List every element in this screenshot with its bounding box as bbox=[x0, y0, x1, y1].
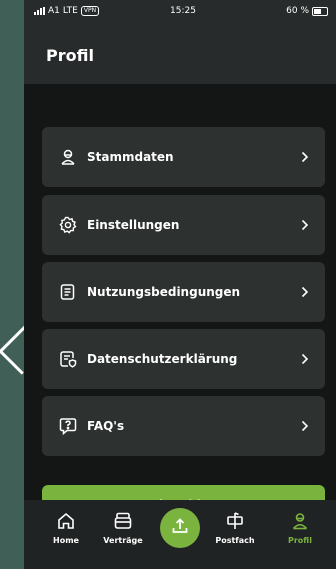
tab-label: Postfach bbox=[215, 536, 255, 545]
tab-label: Profil bbox=[288, 536, 312, 545]
carrier-label: A1 bbox=[48, 6, 60, 16]
chevron-right-icon bbox=[299, 420, 311, 432]
menu-item-label: Stammdaten bbox=[87, 150, 174, 164]
network-label: LTE bbox=[62, 6, 78, 16]
menu-item-datenschutzerklaerung[interactable]: Datenschutzerklärung bbox=[42, 329, 325, 389]
chevron-right-icon bbox=[299, 353, 311, 365]
bottom-tab-bar: Home Verträge Postfach Profil bbox=[24, 500, 336, 569]
person-icon bbox=[58, 147, 78, 167]
clock: 15:25 bbox=[170, 6, 196, 16]
gear-icon bbox=[58, 215, 78, 235]
person-icon bbox=[273, 510, 327, 532]
chevron-right-icon bbox=[299, 219, 311, 231]
tab-profil[interactable]: Profil bbox=[273, 510, 327, 545]
tab-home[interactable]: Home bbox=[39, 510, 93, 545]
app-header: A1 LTE VPN 15:25 60 % Profil bbox=[24, 0, 336, 84]
tab-label: Verträge bbox=[103, 536, 143, 545]
menu-item-label: Datenschutzerklärung bbox=[87, 352, 238, 366]
chevron-right-icon bbox=[299, 151, 311, 163]
document-icon bbox=[58, 282, 78, 302]
menu-item-label: Einstellungen bbox=[87, 218, 180, 232]
menu-item-faqs[interactable]: FAQ's bbox=[42, 396, 325, 456]
tab-postfach[interactable]: Postfach bbox=[208, 510, 262, 545]
question-bubble-icon bbox=[58, 416, 78, 436]
vpn-badge: VPN bbox=[80, 6, 100, 16]
menu-item-einstellungen[interactable]: Einstellungen bbox=[42, 195, 325, 255]
contracts-icon bbox=[96, 510, 150, 532]
battery-icon bbox=[312, 6, 328, 16]
menu-item-stammdaten[interactable]: Stammdaten bbox=[42, 127, 325, 187]
tab-vertraege[interactable]: Verträge bbox=[96, 510, 150, 545]
menu-item-label: FAQ's bbox=[87, 419, 125, 433]
menu-item-label: Nutzungsbedingungen bbox=[87, 285, 241, 299]
menu-item-nutzungsbedingungen[interactable]: Nutzungsbedingungen bbox=[42, 262, 325, 322]
status-bar: A1 LTE VPN 15:25 60 % bbox=[24, 0, 336, 22]
phone-screen: A1 LTE VPN 15:25 60 % Profil Stammdaten bbox=[24, 0, 336, 569]
house-icon bbox=[39, 510, 93, 532]
mailbox-icon bbox=[208, 510, 262, 532]
tab-label: Home bbox=[53, 536, 79, 545]
chevron-right-icon bbox=[299, 286, 311, 298]
upload-button[interactable] bbox=[160, 508, 200, 548]
upload-icon bbox=[170, 516, 190, 540]
page-title: Profil bbox=[46, 46, 94, 65]
privacy-document-icon bbox=[58, 349, 78, 369]
signal-icon bbox=[34, 7, 45, 15]
battery-percent: 60 % bbox=[286, 6, 309, 16]
